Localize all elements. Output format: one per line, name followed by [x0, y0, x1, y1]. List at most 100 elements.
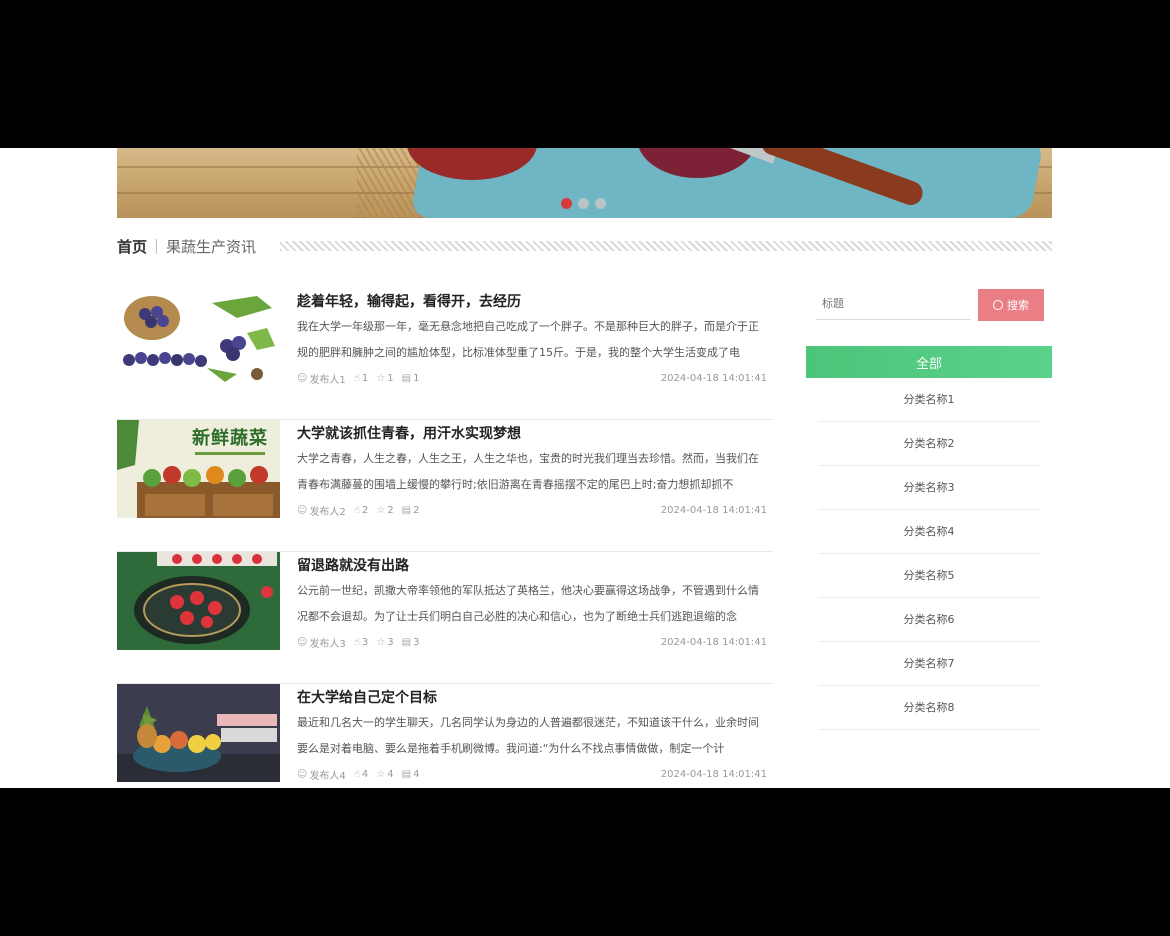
star-icon: ☆ [376, 504, 386, 516]
carousel-dot-2[interactable] [578, 198, 589, 209]
comments[interactable]: ▤ 3 [402, 637, 420, 648]
likes[interactable]: ☝ 3 [354, 637, 368, 648]
article-title[interactable]: 留退路就没有出路 [297, 556, 767, 576]
category-item[interactable]: 分类名称7 [818, 642, 1040, 686]
breadcrumb-stripes [280, 241, 1052, 251]
thumbs-up-icon: ☝ [353, 636, 360, 648]
favorites[interactable]: ☆ 1 [376, 373, 393, 384]
user-icon: ☺ [297, 504, 308, 516]
likes[interactable]: ☝ 2 [354, 505, 368, 516]
favorites-count: 4 [387, 768, 394, 780]
article-item[interactable]: 新鲜蔬菜 大学就该抓住青春，用汗水实现梦想 大学之青春，人生之春，人生之王，人生… [117, 420, 773, 552]
likes[interactable]: ☝ 4 [354, 769, 368, 780]
comments-count: 1 [413, 372, 420, 384]
favorites[interactable]: ☆ 4 [376, 769, 393, 780]
user-icon: ☺ [297, 372, 308, 384]
author-name: 发布人2 [309, 506, 346, 518]
likes-count: 4 [361, 768, 369, 780]
article-info: 留退路就没有出路 公元前一世纪，凯撒大帝率领他的军队抵达了英格兰，他决心要赢得这… [297, 552, 767, 650]
comment-icon: ▤ [401, 768, 412, 780]
article-meta: ☺ 发布人4 ☝ 4 ☆ 4 ▤ 4 2024-04-18 14:01:41 [297, 766, 767, 782]
likes[interactable]: ☝ 1 [354, 373, 368, 384]
comment-icon: ▤ [401, 372, 412, 384]
author-name: 发布人1 [309, 374, 346, 386]
breadcrumb-home[interactable]: 首页 [117, 236, 147, 257]
article-summary: 大学之青春，人生之春，人生之王，人生之华也，宝贵的时光我们理当去珍惜。然而，当我… [297, 452, 759, 491]
comments-count: 4 [413, 768, 420, 780]
favorites-count: 2 [387, 504, 394, 516]
author: ☺ 发布人2 [297, 503, 346, 518]
thumbs-up-icon: ☝ [353, 768, 360, 780]
carousel-dots [561, 198, 606, 209]
favorites[interactable]: ☆ 3 [376, 637, 393, 648]
banner-carousel[interactable] [117, 148, 1052, 218]
article-date: 2024-04-18 14:01:41 [660, 768, 767, 780]
category-item[interactable]: 分类名称5 [818, 554, 1040, 598]
article-info: 趁着年轻，输得起，看得开，去经历 我在大学一年级那一年，毫无悬念地把自己吃成了一… [297, 288, 767, 386]
search-icon [993, 300, 1003, 310]
comments-count: 3 [413, 636, 420, 648]
search-button[interactable]: 搜索 [978, 289, 1044, 321]
thumbs-up-icon: ☝ [353, 372, 360, 384]
article-meta: ☺ 发布人2 ☝ 2 ☆ 2 ▤ 2 2024-04-18 14:01:41 [297, 502, 767, 518]
category-item[interactable]: 分类名称4 [818, 510, 1040, 554]
article-meta: ☺ 发布人3 ☝ 3 ☆ 3 ▤ 3 2024-04-18 14:01:41 [297, 634, 767, 650]
carousel-dot-3[interactable] [595, 198, 606, 209]
article-info: 在大学给自己定个目标 最近和几名大一的学生聊天，几名同学认为身边的人普遍都很迷茫… [297, 684, 767, 782]
breadcrumb-current: 果蔬生产资讯 [166, 237, 257, 256]
star-icon: ☆ [376, 636, 386, 648]
article-item[interactable]: 趁着年轻，输得起，看得开，去经历 我在大学一年级那一年，毫无悬念地把自己吃成了一… [117, 288, 773, 420]
page: 首页 果蔬生产资讯 趁着年轻，输得起，看得开，去经历 我在大学一年级那一年，毫无… [0, 148, 1170, 788]
search-input[interactable] [816, 288, 971, 320]
comments[interactable]: ▤ 1 [402, 373, 420, 384]
category-header[interactable]: 全部 [806, 346, 1052, 378]
search-button-label: 搜索 [1007, 299, 1029, 312]
article-title[interactable]: 趁着年轻，输得起，看得开，去经历 [297, 292, 767, 312]
comments[interactable]: ▤ 2 [402, 505, 420, 516]
user-icon: ☺ [297, 636, 308, 648]
article-item[interactable]: 留退路就没有出路 公元前一世纪，凯撒大帝率领他的军队抵达了英格兰，他决心要赢得这… [117, 552, 773, 684]
article-summary: 我在大学一年级那一年，毫无悬念地把自己吃成了一个胖子。不是那种巨大的胖子，而是介… [297, 320, 759, 359]
article-meta: ☺ 发布人1 ☝ 1 ☆ 1 ▤ 1 2024-04-18 14:01:41 [297, 370, 767, 386]
carousel-dot-1[interactable] [561, 198, 572, 209]
star-icon: ☆ [376, 768, 386, 780]
author-name: 发布人4 [309, 770, 346, 782]
category-item[interactable]: 分类名称3 [818, 466, 1040, 510]
thumbnail-caption: 新鲜蔬菜 [192, 428, 268, 449]
likes-count: 2 [361, 504, 369, 516]
author: ☺ 发布人4 [297, 767, 346, 782]
article-summary: 最近和几名大一的学生聊天，几名同学认为身边的人普遍都很迷茫，不知道该干什么，业余… [297, 716, 759, 755]
author-name: 发布人3 [309, 638, 346, 650]
likes-count: 3 [361, 636, 369, 648]
author: ☺ 发布人3 [297, 635, 346, 650]
category-item[interactable]: 分类名称8 [818, 686, 1040, 730]
article-list: 趁着年轻，输得起，看得开，去经历 我在大学一年级那一年，毫无悬念地把自己吃成了一… [117, 288, 773, 788]
favorites[interactable]: ☆ 2 [376, 505, 393, 516]
comments[interactable]: ▤ 4 [402, 769, 420, 780]
article-thumbnail[interactable] [117, 288, 280, 386]
comment-icon: ▤ [401, 504, 412, 516]
article-thumbnail[interactable] [117, 552, 280, 650]
breadcrumb: 首页 果蔬生产资讯 [117, 234, 1052, 258]
article-info: 大学就该抓住青春，用汗水实现梦想 大学之青春，人生之春，人生之王，人生之华也，宝… [297, 420, 767, 518]
favorites-count: 3 [387, 636, 394, 648]
sidebar: 搜索 全部 分类名称1 分类名称2 分类名称3 分类名称4 分类名称5 分类名称… [806, 288, 1052, 730]
favorites-count: 1 [387, 372, 394, 384]
article-title[interactable]: 在大学给自己定个目标 [297, 688, 767, 708]
search-box: 搜索 [806, 288, 1052, 322]
article-thumbnail[interactable] [117, 684, 280, 782]
breadcrumb-separator [156, 238, 158, 254]
article-summary: 公元前一世纪，凯撒大帝率领他的军队抵达了英格兰，他决心要赢得这场战争，不管遇到什… [297, 584, 759, 623]
article-thumbnail[interactable]: 新鲜蔬菜 [117, 420, 280, 518]
thumbs-up-icon: ☝ [353, 504, 360, 516]
article-date: 2024-04-18 14:01:41 [660, 504, 767, 516]
article-title[interactable]: 大学就该抓住青春，用汗水实现梦想 [297, 424, 767, 444]
star-icon: ☆ [376, 372, 386, 384]
category-item[interactable]: 分类名称1 [818, 378, 1040, 422]
author: ☺ 发布人1 [297, 371, 346, 386]
article-date: 2024-04-18 14:01:41 [660, 636, 767, 648]
likes-count: 1 [361, 372, 369, 384]
category-item[interactable]: 分类名称2 [818, 422, 1040, 466]
category-item[interactable]: 分类名称6 [818, 598, 1040, 642]
article-item[interactable]: 在大学给自己定个目标 最近和几名大一的学生聊天，几名同学认为身边的人普遍都很迷茫… [117, 684, 773, 788]
